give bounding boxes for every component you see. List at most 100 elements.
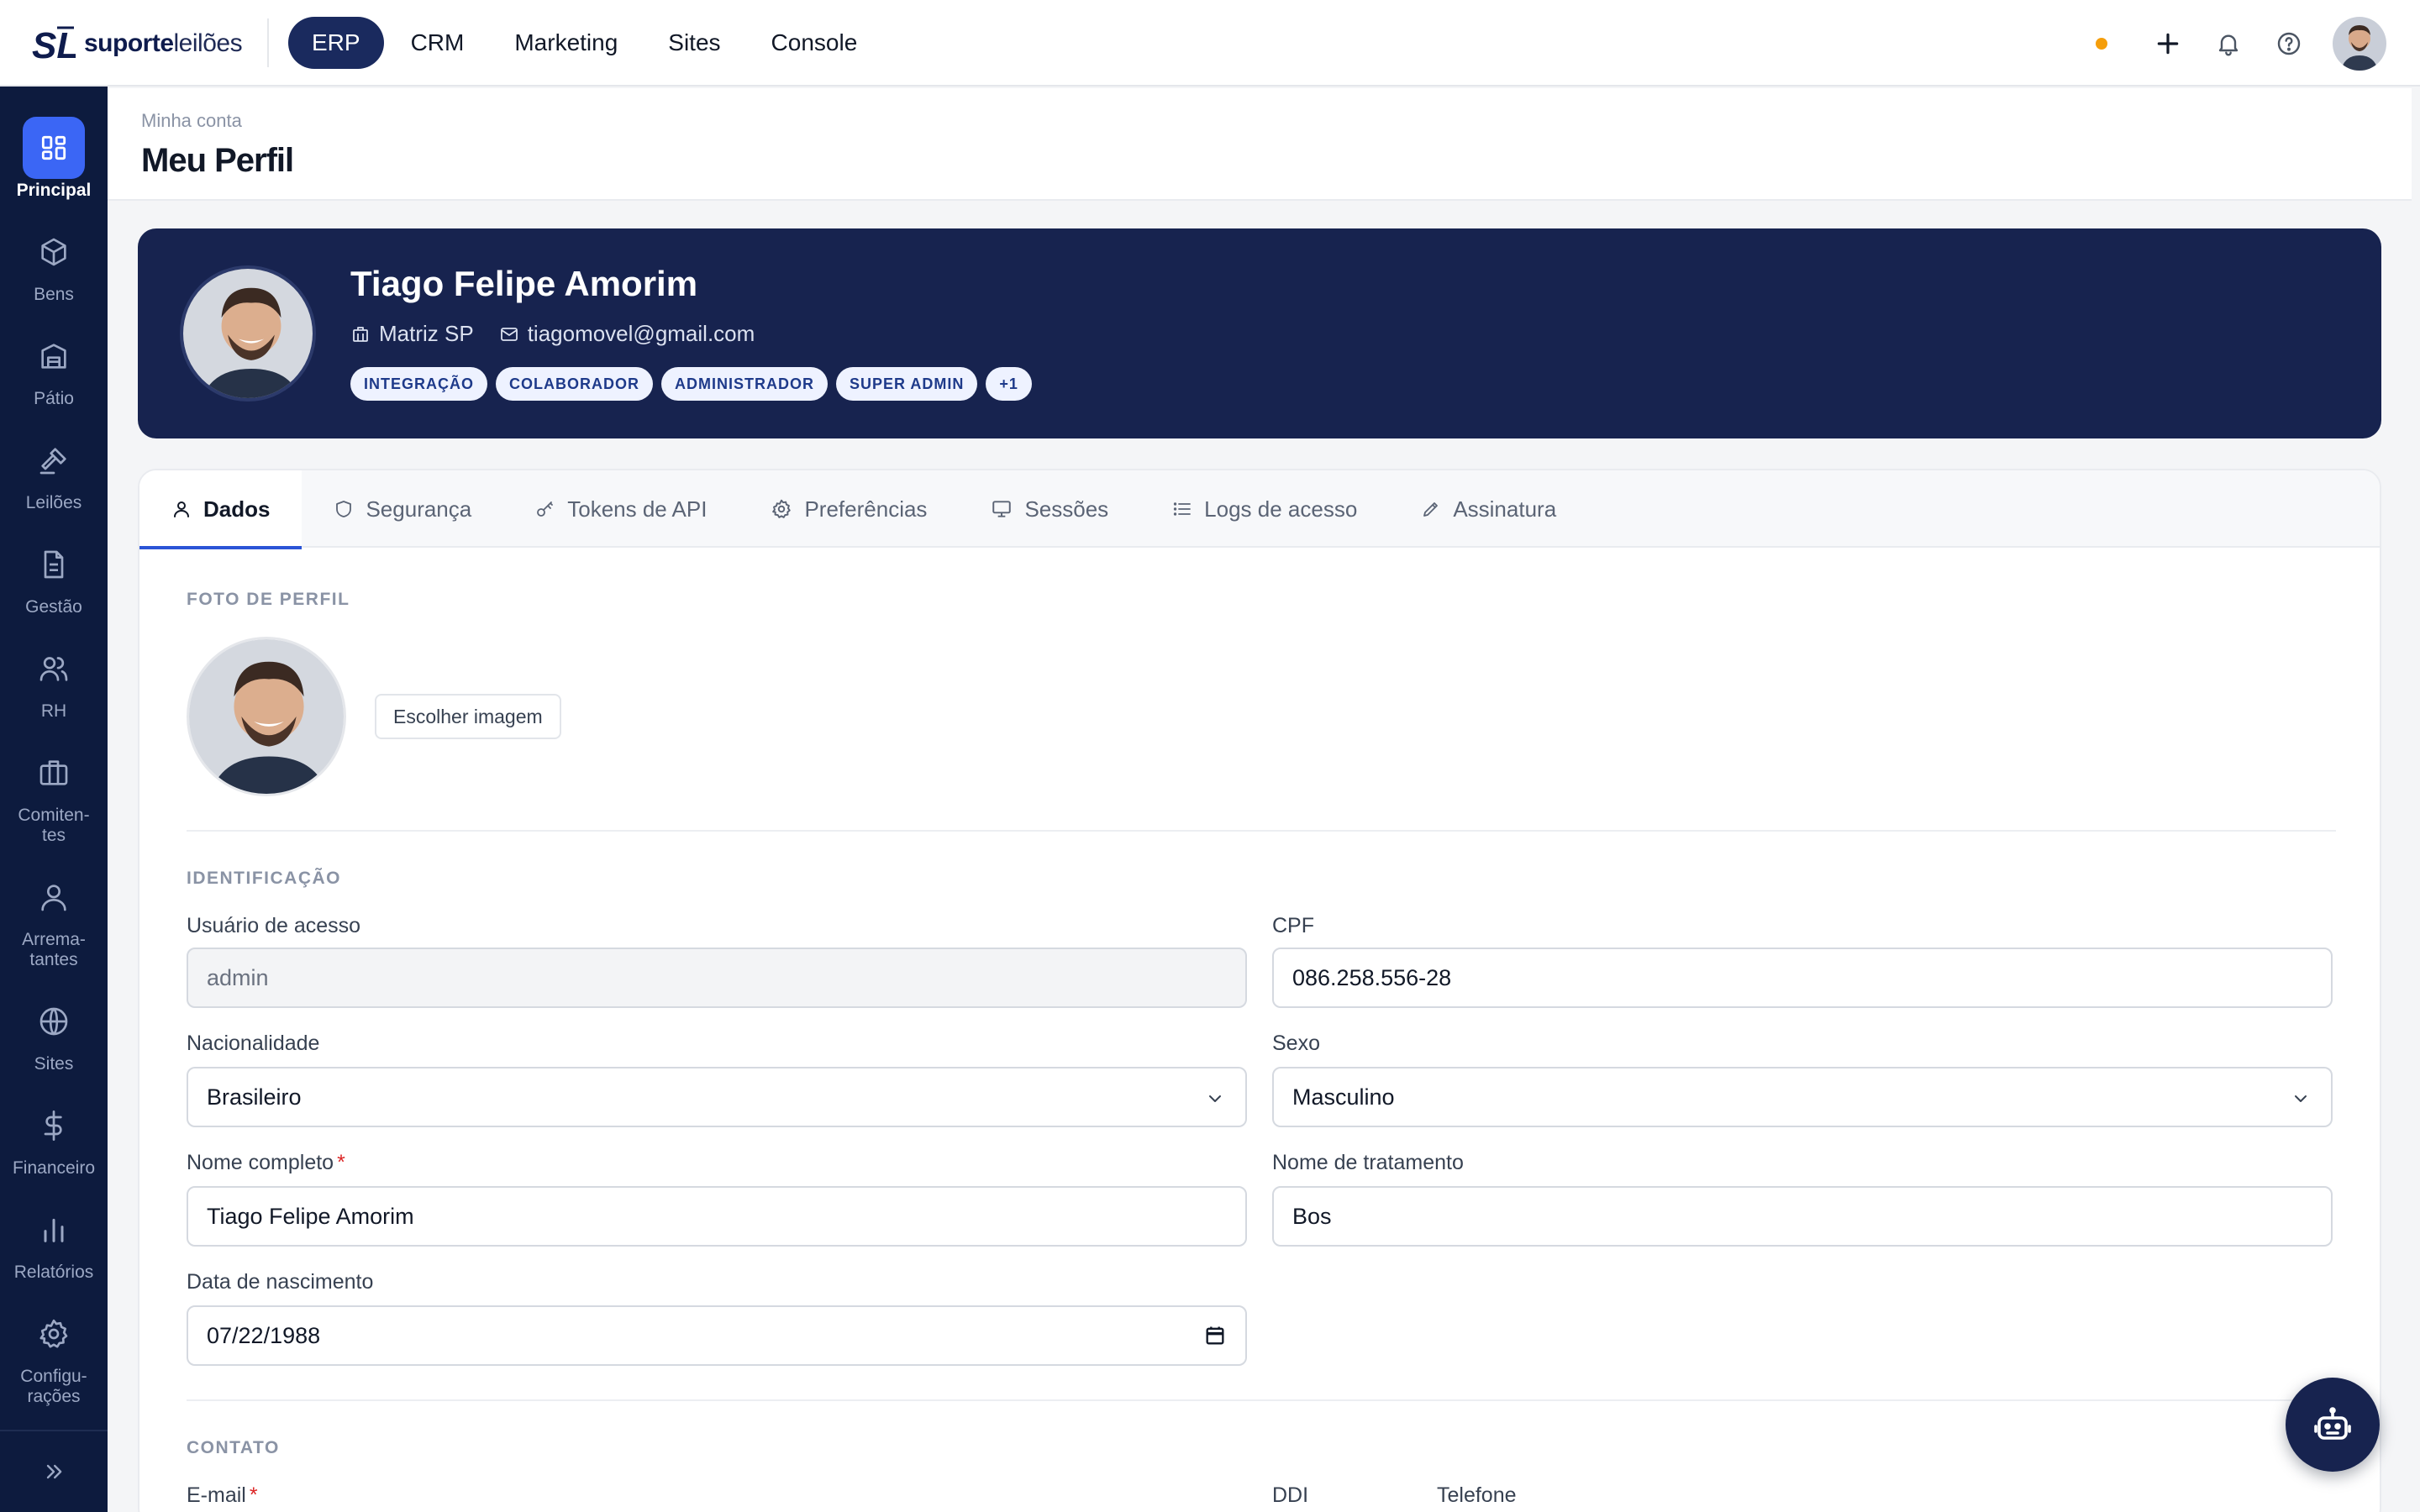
sidebar-label: Comiten- tes — [18, 806, 90, 845]
tab-label: Dados — [203, 496, 271, 522]
topnav-crm[interactable]: CRM — [387, 17, 488, 69]
document-icon — [23, 533, 85, 596]
gear-icon — [23, 1303, 85, 1365]
cpf-field[interactable]: 086.258.556-28 — [1272, 948, 2333, 1008]
more-roles-badge[interactable]: +1 — [986, 367, 1032, 401]
profile-name: Tiago Felipe Amorim — [350, 264, 698, 303]
mail-icon — [500, 327, 518, 341]
bar-chart-icon — [23, 1199, 85, 1261]
sex-select[interactable]: Masculino — [1272, 1067, 2333, 1127]
nickname-label: Nome de tratamento — [1272, 1151, 1464, 1174]
gavel-icon — [23, 429, 85, 491]
sidebar-item-leiloes[interactable]: Leilões — [0, 429, 108, 513]
sidebar-item-bens[interactable]: Bens — [0, 221, 108, 305]
choose-image-button[interactable]: Escolher imagem — [375, 694, 561, 739]
plus-icon[interactable] — [2149, 25, 2186, 62]
breadcrumb[interactable]: Minha conta — [141, 110, 242, 132]
sidebar-label: Bens — [34, 285, 74, 304]
tab-dados[interactable]: Dados — [139, 470, 302, 549]
sidebar-item-rh[interactable]: RH — [0, 638, 108, 722]
role-tags: INTEGRAÇÃO COLABORADOR ADMINISTRADOR SUP… — [350, 367, 1040, 401]
list-icon — [1173, 502, 1192, 516]
required-marker: * — [249, 1483, 258, 1507]
sidebar-label: Financeiro — [12, 1158, 96, 1178]
nationality-label: Nacionalidade — [187, 1032, 320, 1055]
section-contato: CONTATO — [187, 1438, 280, 1457]
sidebar-item-relatorios[interactable]: Relatórios — [0, 1199, 108, 1283]
robot-icon — [2314, 1407, 2351, 1440]
role-tag: COLABORADOR — [496, 367, 653, 401]
sidebar-label: Sites — [34, 1054, 74, 1074]
email-label-text: E-mail — [187, 1483, 246, 1507]
brand-logo[interactable]: SL suporteleilões — [32, 24, 243, 64]
shield-icon — [336, 501, 352, 517]
profile-avatar — [180, 265, 316, 402]
profile-card: Dados Segurança Tokens de API Preferênci… — [138, 469, 2381, 1512]
tab-logs-acesso[interactable]: Logs de acesso — [1140, 470, 1389, 548]
sidebar-label: Pátio — [34, 389, 74, 408]
profile-tabs: Dados Segurança Tokens de API Preferênci… — [139, 470, 2380, 549]
role-tag: SUPER ADMIN — [836, 367, 978, 401]
nationality-select[interactable]: Brasileiro — [187, 1067, 1247, 1127]
profile-email: tiagomovel@gmail.com — [499, 321, 755, 347]
tab-sessoes[interactable]: Sessões — [959, 470, 1140, 548]
sidebar-item-patio[interactable]: Pátio — [0, 325, 108, 409]
sidebar-item-financeiro[interactable]: Financeiro — [0, 1095, 108, 1179]
birthdate-field[interactable]: 07/22/1988 — [187, 1305, 1247, 1366]
pen-icon — [1423, 502, 1439, 517]
tab-label: Tokens de API — [567, 496, 708, 522]
sidebar-item-sites[interactable]: Sites — [0, 990, 108, 1074]
username-label: Usuário de acesso — [187, 914, 361, 937]
topnav-erp[interactable]: ERP — [288, 17, 384, 69]
full-name-field[interactable]: Tiago Felipe Amorim — [187, 1186, 1247, 1247]
role-tag: ADMINISTRADOR — [661, 367, 828, 401]
sidebar-label: Gestão — [25, 597, 82, 617]
sidebar: Principal Bens Pátio Leilões Gestão RH C… — [0, 87, 108, 1512]
bell-icon[interactable] — [2210, 25, 2247, 62]
tab-tokens-api[interactable]: Tokens de API — [503, 470, 739, 548]
topnav-console[interactable]: Console — [748, 17, 881, 69]
nav-divider — [267, 18, 269, 67]
building-icon — [353, 326, 368, 342]
sidebar-expand-button[interactable] — [0, 1430, 108, 1512]
sidebar-item-arrematantes[interactable]: Arrema- tantes — [0, 866, 108, 970]
calendar-icon[interactable] — [1203, 1324, 1227, 1347]
full-name-label-text: Nome completo — [187, 1151, 334, 1174]
chevron-down-icon — [1209, 1095, 1221, 1102]
ddi-label: DDI — [1272, 1483, 1309, 1507]
topnav-sites[interactable]: Sites — [644, 17, 744, 69]
tab-preferencias[interactable]: Preferências — [739, 470, 959, 548]
sidebar-item-configuracoes[interactable]: Configu- rações — [0, 1303, 108, 1407]
tab-seguranca[interactable]: Segurança — [302, 470, 503, 548]
logo-mark-icon: SL — [32, 25, 76, 63]
svg-text:SL: SL — [32, 25, 76, 63]
warehouse-icon — [23, 325, 85, 387]
page-header: Minha conta Meu Perfil — [108, 88, 2412, 201]
tab-assinatura[interactable]: Assinatura — [1389, 470, 1588, 548]
profile-email-text: tiagomovel@gmail.com — [527, 321, 755, 346]
top-bar: SL suporteleilões ERP CRM Marketing Site… — [0, 0, 2420, 87]
username-field[interactable]: admin — [187, 948, 1247, 1008]
sidebar-item-comitentes[interactable]: Comiten- tes — [0, 742, 108, 846]
tab-label: Assinatura — [1453, 496, 1557, 522]
phone-label: Telefone — [1437, 1483, 1517, 1507]
page-title: Meu Perfil — [141, 142, 294, 179]
nickname-field[interactable]: Bos — [1272, 1186, 2333, 1247]
sidebar-label: Principal — [16, 181, 92, 200]
birthdate-label: Data de nascimento — [187, 1270, 374, 1294]
user-icon — [23, 866, 85, 928]
section-foto-perfil: FOTO DE PERFIL — [187, 590, 350, 609]
sidebar-item-principal[interactable]: Principal — [0, 117, 108, 201]
topnav-marketing[interactable]: Marketing — [491, 17, 641, 69]
user-avatar[interactable] — [2333, 17, 2386, 71]
profile-hero: Tiago Felipe Amorim Matriz SP tiagomovel… — [138, 228, 2381, 438]
sidebar-item-gestao[interactable]: Gestão — [0, 533, 108, 617]
help-icon[interactable] — [2270, 25, 2307, 62]
globe-icon — [23, 990, 85, 1053]
assistant-bot-button[interactable] — [2286, 1378, 2380, 1472]
users-icon — [23, 638, 85, 700]
role-tag: INTEGRAÇÃO — [350, 367, 487, 401]
dollar-icon — [23, 1095, 85, 1157]
cpf-label: CPF — [1272, 914, 1314, 937]
tab-label: Logs de acesso — [1204, 496, 1358, 522]
